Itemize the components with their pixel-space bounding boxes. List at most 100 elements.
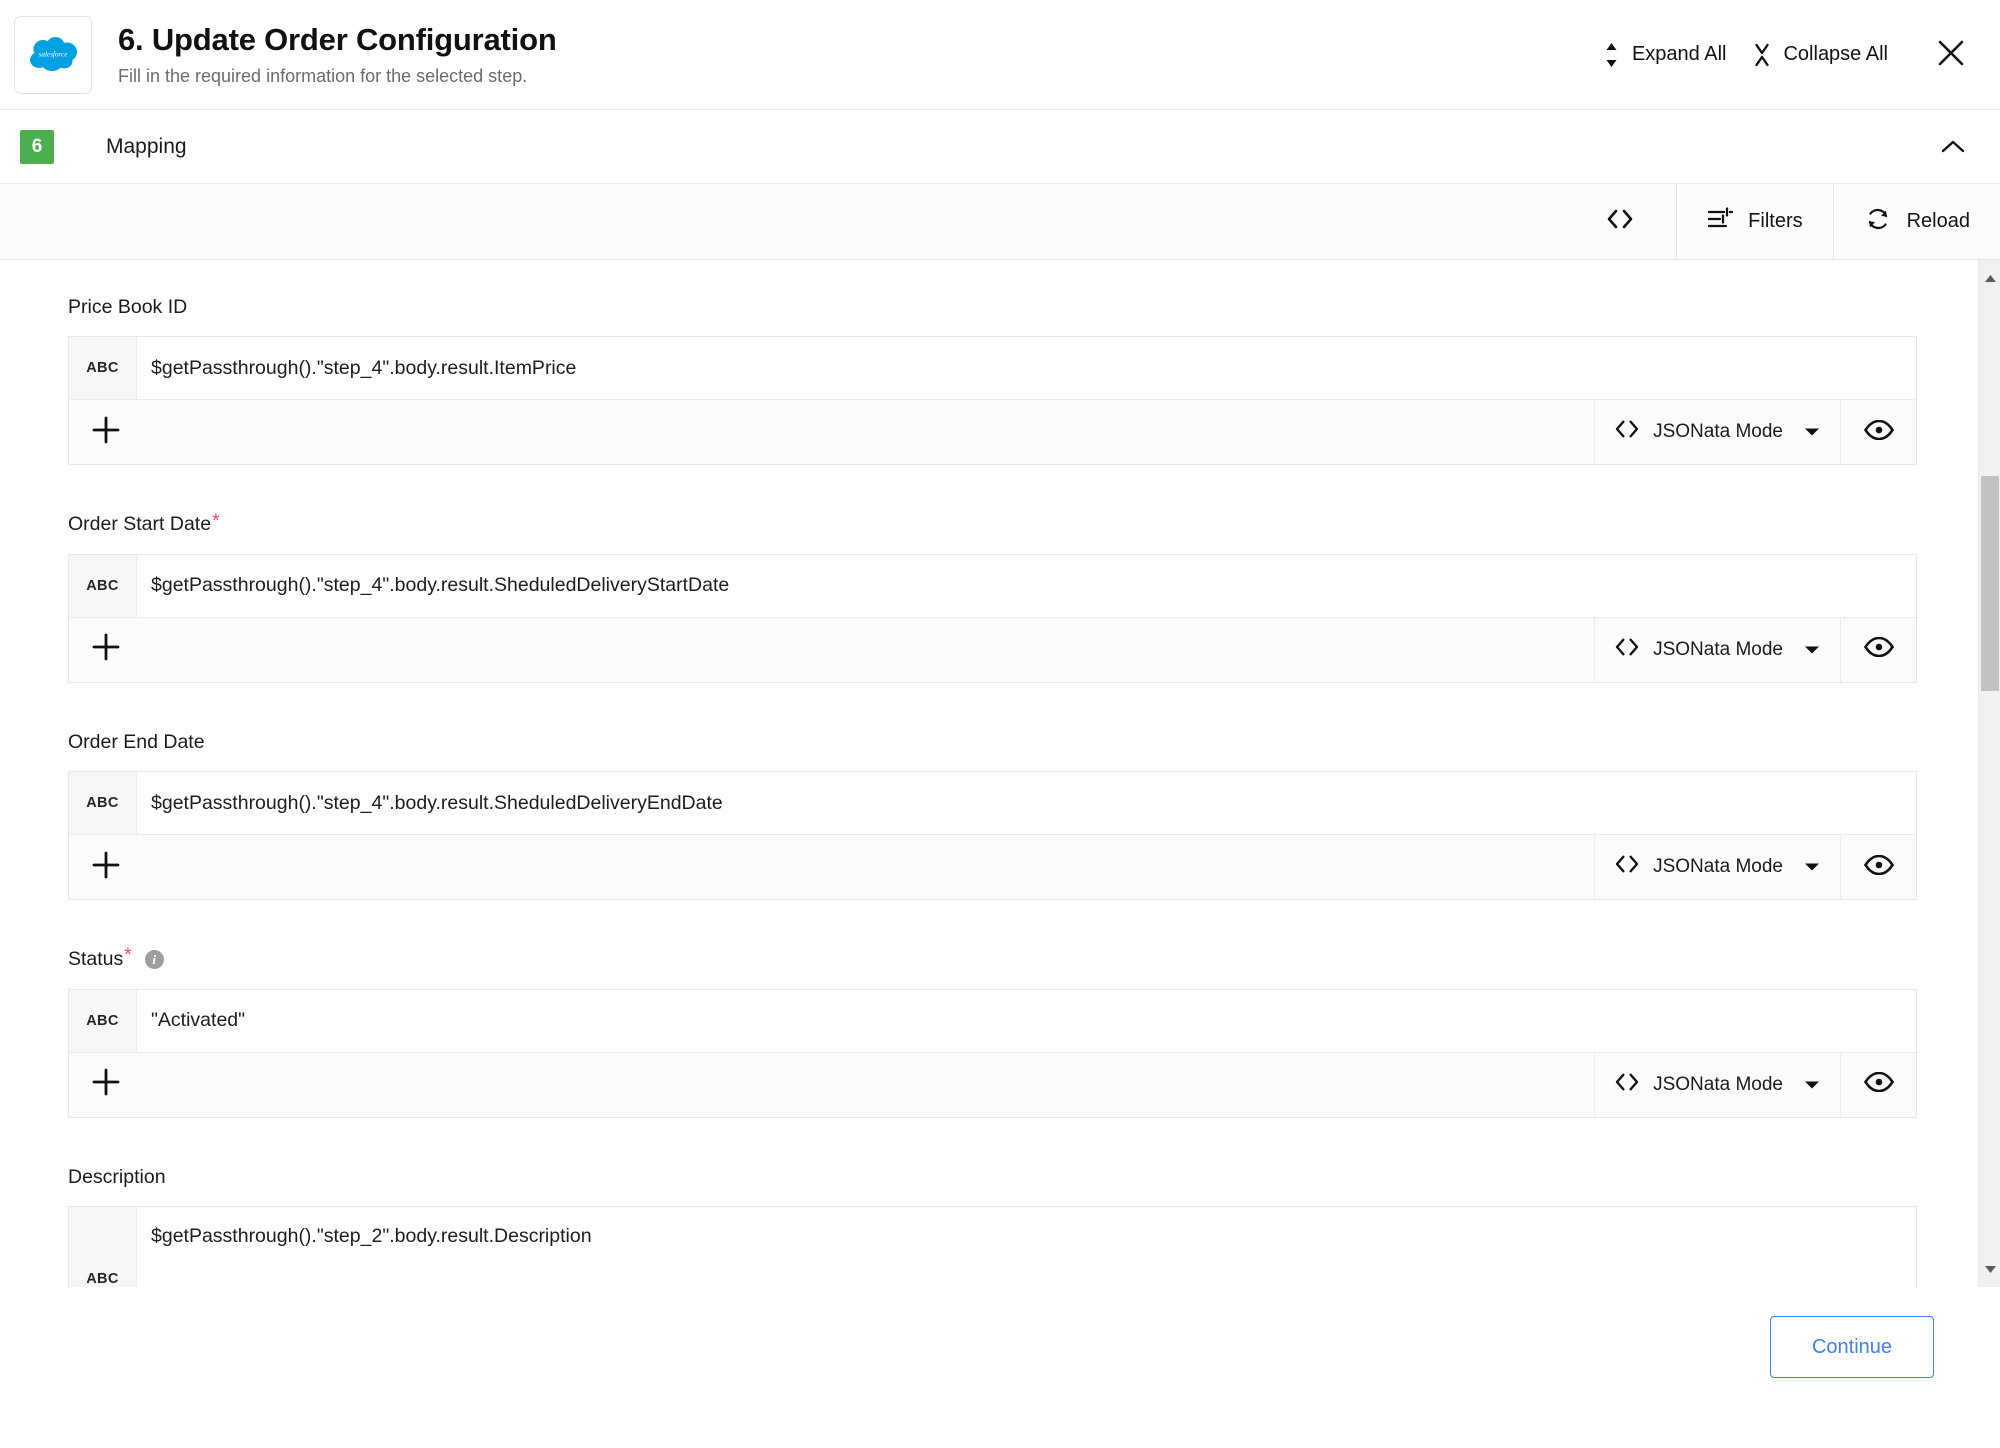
close-icon (1936, 38, 1966, 71)
chevron-down-icon (1804, 427, 1820, 437)
field-editor: ABC $getPassthrough()."step_2".body.resul… (68, 1205, 1917, 1287)
collapse-all-button[interactable]: Collapse All (1740, 32, 1902, 78)
mode-selector[interactable]: JSONata Mode (1594, 400, 1840, 465)
plus-icon (91, 850, 121, 885)
mapping-field: Description ABC $getPassthrough()."step_2"… (68, 1166, 1920, 1287)
section-title: Mapping (106, 134, 187, 158)
add-mapping-button[interactable] (69, 835, 1594, 899)
preview-toggle-button[interactable] (1840, 835, 1916, 900)
type-badge-abc: ABC (69, 1206, 137, 1287)
chevron-down-icon (1804, 645, 1820, 655)
field-label: Description (68, 1166, 1920, 1189)
mapping-fields-list: Price Book ID ABC $getPassthrough()."step_… (0, 260, 1920, 1287)
collapse-all-label: Collapse All (1783, 43, 1888, 65)
scroll-down-arrow-icon[interactable] (1979, 1257, 2000, 1281)
field-label-text: Order End Date (68, 730, 205, 753)
mode-selector[interactable]: JSONata Mode (1594, 835, 1840, 900)
collapse-vertical-icon (1754, 42, 1770, 68)
field-editor: ABC $getPassthrough()."step_4".body.resul… (68, 553, 1917, 683)
field-label-text: Price Book ID (68, 296, 188, 318)
scroll-up-arrow-icon[interactable] (1979, 266, 2000, 290)
field-label-text: Status (68, 948, 124, 971)
field-editor: ABC $getPassthrough()."step_4".body.resul… (68, 771, 1917, 901)
expression-input[interactable]: "Activated" (137, 989, 1916, 1052)
filters-label: Filters (1748, 210, 1803, 232)
code-brackets-icon (1613, 637, 1641, 663)
field-label: Order Start Date * (68, 510, 1920, 536)
add-mapping-button[interactable] (69, 1053, 1594, 1117)
eye-icon (1863, 1071, 1894, 1097)
eye-icon (1863, 419, 1894, 445)
scrollbar-thumb[interactable] (1981, 475, 1999, 692)
mode-label: JSONata Mode (1653, 638, 1783, 660)
mode-selector[interactable]: JSONata Mode (1594, 617, 1840, 682)
field-footer: JSONata Mode (69, 1052, 1916, 1117)
type-badge-abc: ABC (69, 772, 137, 835)
svg-text:salesforce: salesforce (39, 50, 69, 58)
filters-icon (1707, 206, 1734, 237)
info-icon[interactable]: i (144, 950, 164, 970)
mode-selector[interactable]: JSONata Mode (1594, 1052, 1840, 1117)
required-asterisk: * (124, 945, 132, 967)
reload-label: Reload (1906, 210, 1970, 232)
mode-label: JSONata Mode (1653, 1073, 1783, 1095)
field-label: Order End Date (68, 731, 1920, 754)
expression-row: ABC $getPassthrough()."step_4".body.resul… (69, 772, 1916, 836)
code-brackets-icon (1605, 208, 1635, 236)
mapping-section-header[interactable]: 6 Mapping (0, 110, 2000, 184)
field-label-text: Description (68, 1165, 166, 1188)
chevron-down-icon (1804, 862, 1820, 872)
field-label: Price Book ID (68, 296, 1920, 319)
field-label: Status * i (68, 945, 1920, 971)
mode-label: JSONata Mode (1653, 856, 1783, 878)
preview-toggle-button[interactable] (1840, 400, 1916, 465)
mode-label: JSONata Mode (1653, 421, 1783, 443)
preview-toggle-button[interactable] (1840, 617, 1916, 682)
filters-button[interactable]: Filters (1676, 184, 1832, 259)
header-text-group: 6. Update Order Configuration Fill in th… (118, 22, 1590, 87)
vertical-scrollbar[interactable] (1978, 260, 2000, 1287)
code-brackets-icon (1613, 1072, 1641, 1098)
close-button[interactable] (1928, 30, 1974, 79)
expression-row: ABC $getPassthrough()."step_4".body.resul… (69, 337, 1916, 401)
type-badge-abc: ABC (69, 989, 137, 1052)
dialog-footer: Continue (0, 1287, 2000, 1407)
continue-button[interactable]: Continue (1770, 1316, 1934, 1378)
expression-input[interactable]: $getPassthrough()."step_4".body.result.I… (137, 337, 1916, 400)
code-view-button[interactable] (1579, 184, 1676, 259)
add-mapping-button[interactable] (69, 400, 1594, 464)
expression-input[interactable]: $getPassthrough()."step_4".body.result.S… (137, 772, 1916, 835)
expand-all-button[interactable]: Expand All (1590, 32, 1741, 78)
expression-row: ABC $getPassthrough()."step_4".body.resul… (69, 554, 1916, 618)
add-mapping-button[interactable] (69, 618, 1594, 682)
preview-toggle-button[interactable] (1840, 1052, 1916, 1117)
plus-icon (91, 1067, 121, 1102)
plus-icon (91, 415, 121, 450)
expression-input[interactable]: $getPassthrough()."step_4".body.result.S… (137, 554, 1916, 617)
required-asterisk: * (212, 510, 220, 532)
reload-button[interactable]: Reload (1832, 184, 2000, 259)
mapping-field: Order Start Date * ABC $getPassthrough()."s… (68, 510, 1920, 683)
dialog-header: salesforce 6. Update Order Configuration… (0, 0, 2000, 110)
field-footer: JSONata Mode (69, 400, 1916, 465)
chevron-up-icon[interactable] (1932, 131, 1974, 163)
code-brackets-icon (1613, 854, 1641, 880)
field-footer: JSONata Mode (69, 617, 1916, 682)
mapping-field: Price Book ID ABC $getPassthrough()."step_… (68, 296, 1920, 466)
field-footer: JSONata Mode (69, 835, 1916, 900)
mapping-field: Status * i ABC "Activated" JSONata Mode (68, 945, 1920, 1118)
salesforce-logo: salesforce (14, 15, 92, 94)
chevron-down-icon (1804, 1080, 1820, 1090)
expression-row: ABC $getPassthrough()."step_2".body.resul… (69, 1206, 1916, 1287)
page-subtitle: Fill in the required information for the… (118, 65, 528, 86)
type-badge-abc: ABC (69, 337, 137, 400)
reload-icon (1864, 207, 1892, 237)
eye-icon (1863, 854, 1894, 880)
field-label-text: Order Start Date (68, 513, 212, 536)
type-badge-abc: ABC (69, 554, 137, 617)
expand-all-label: Expand All (1631, 43, 1727, 65)
expression-input[interactable]: $getPassthrough()."step_2".body.result.D… (137, 1206, 1916, 1287)
mapping-field: Order End Date ABC $getPassthrough()."step… (68, 731, 1920, 901)
mapping-toolbar: Filters Reload (0, 184, 2000, 260)
expand-vertical-icon (1604, 42, 1619, 68)
